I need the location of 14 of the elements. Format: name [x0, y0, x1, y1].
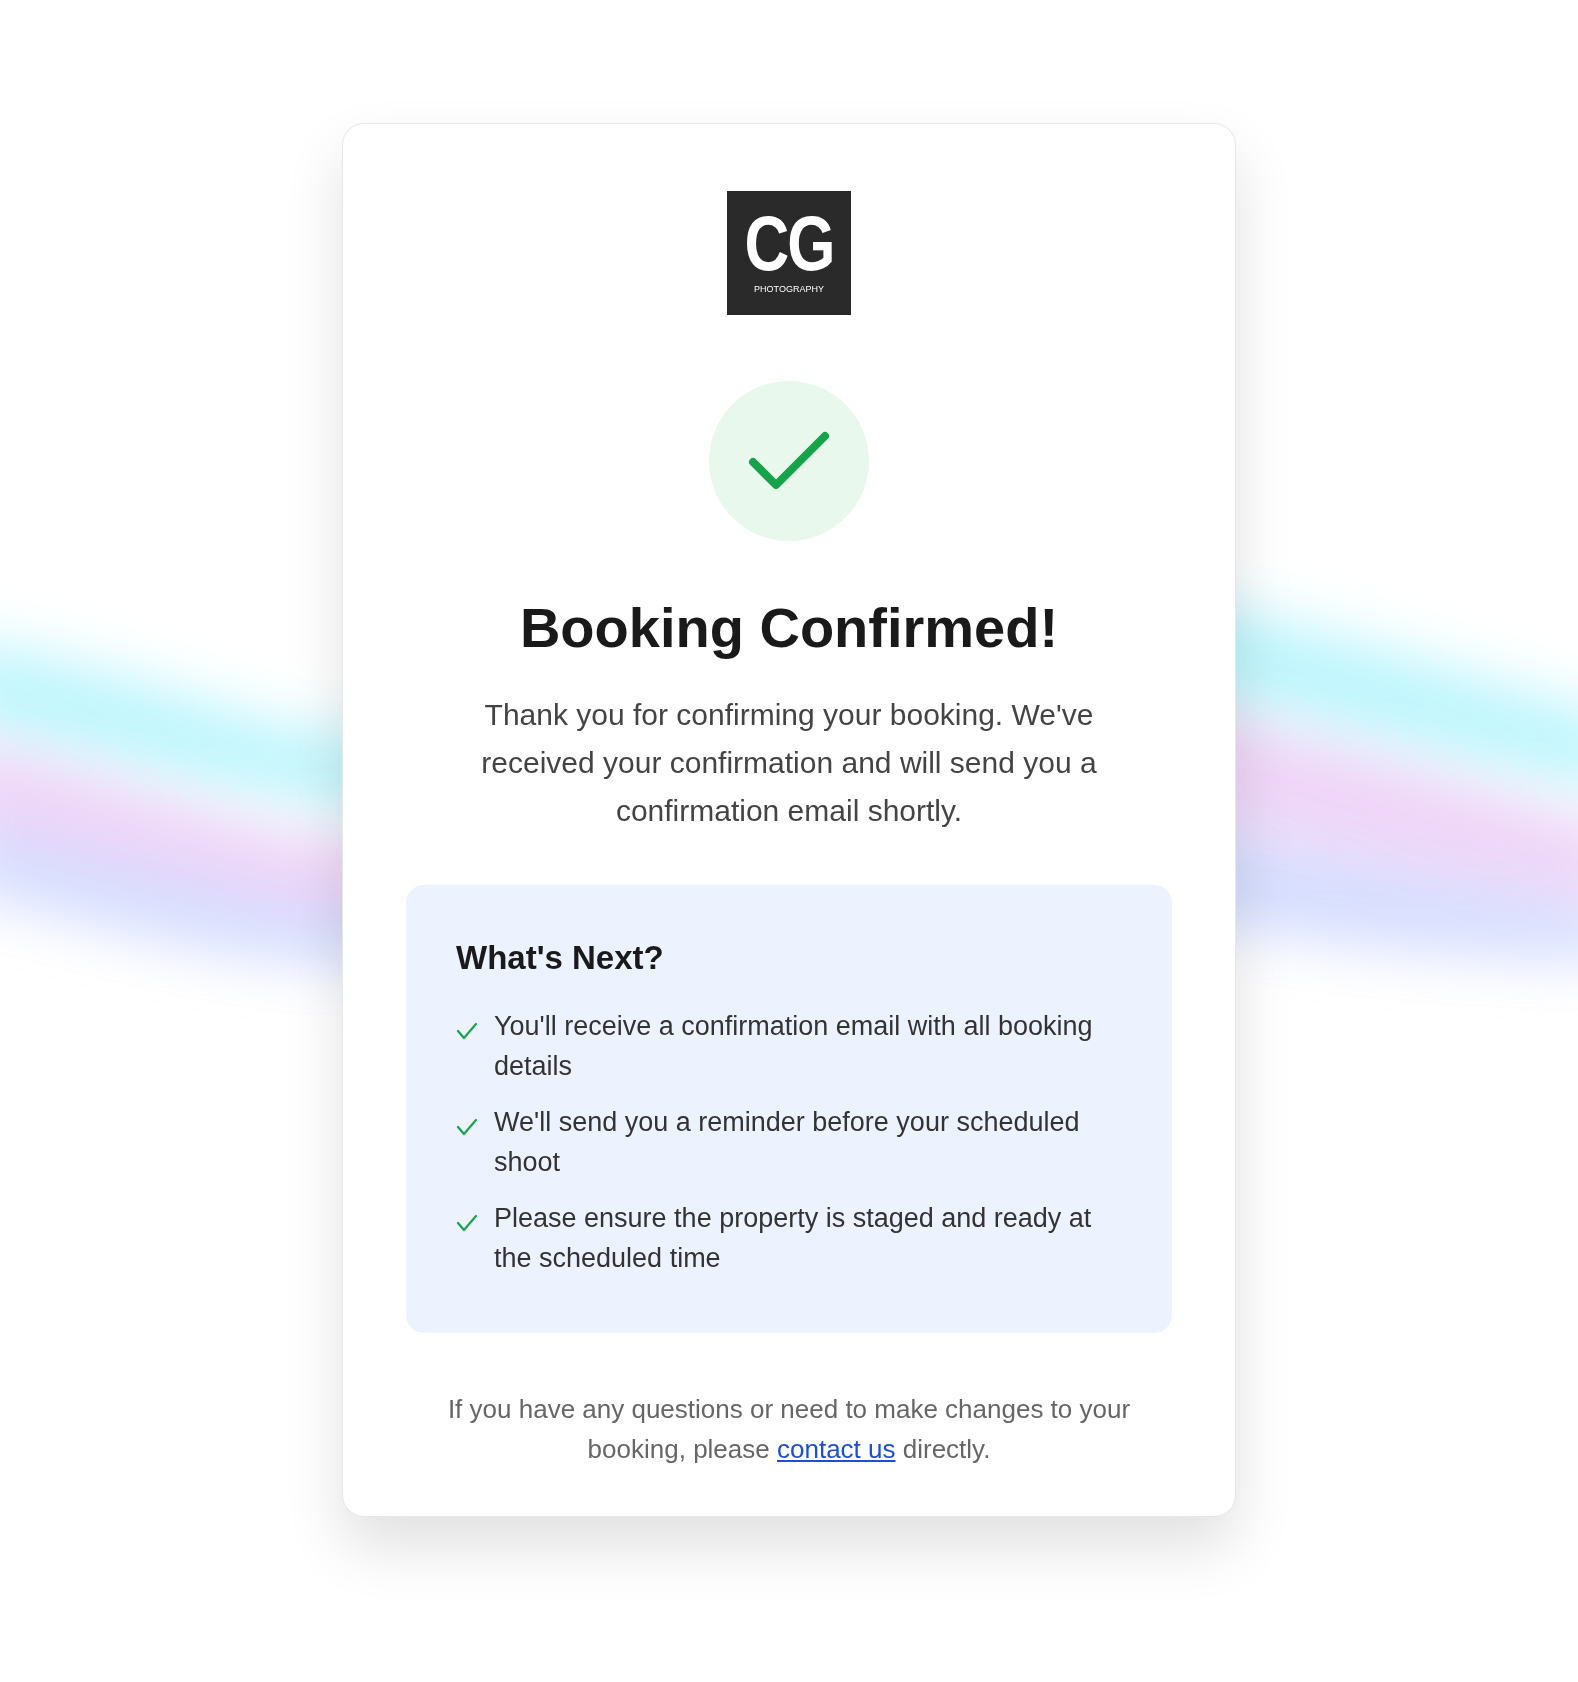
check-icon — [456, 1214, 478, 1233]
page-title: Booking Confirmed! — [519, 595, 1059, 661]
check-icon — [456, 1118, 478, 1137]
check-icon — [456, 1022, 478, 1041]
next-step-text: We'll send you a reminder before your scheduled shoot — [494, 1106, 1081, 1180]
contact-note: If you have any questions or need to make changes to your booking, please contact us directly. — [446, 1393, 1132, 1466]
logo-subtitle: PHOTOGRAPHY — [754, 284, 824, 294]
confirmation-message: Thank you for confirming your booking. We've received your confirmation and will send you a confirmation email shortly. — [480, 697, 1098, 829]
next-step-text: Please ensure the property is staged and ready at the scheduled time — [494, 1202, 1093, 1276]
logo-initials: CG — [744, 204, 834, 283]
next-step-text: You'll receive a confirmation email with all booking details — [494, 1010, 1094, 1084]
next-steps-heading: What's Next? — [456, 938, 665, 978]
contact-link[interactable]: contact us — [777, 1434, 896, 1464]
checkmark-icon — [748, 430, 830, 492]
